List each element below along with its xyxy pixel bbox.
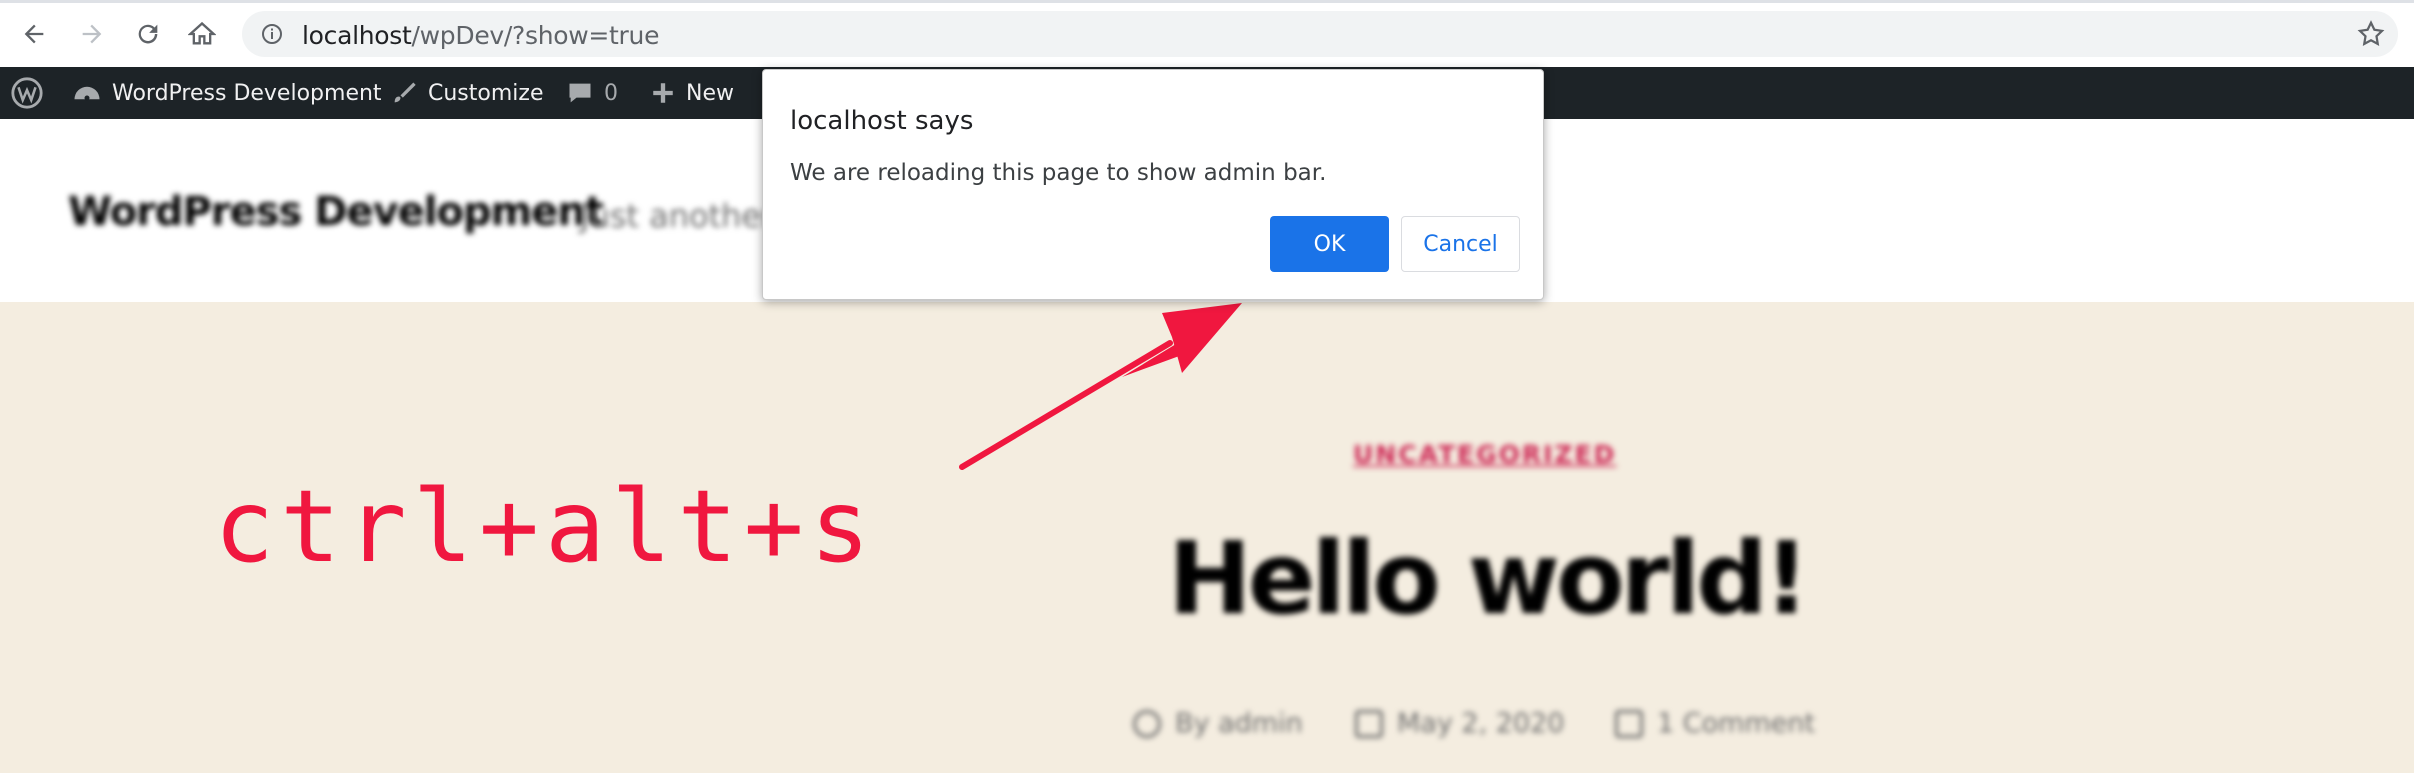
meta-comments-text: 1 Comment [1657, 708, 1816, 739]
dialog-message: We are reloading this page to show admin… [790, 160, 1327, 186]
dialog-title: localhost says [790, 106, 974, 136]
address-bar[interactable]: localhost/wpDev/?show=true [242, 11, 2398, 57]
back-icon [24, 24, 44, 44]
wp-logo-menu[interactable] [10, 67, 54, 119]
site-description: Just another [580, 197, 775, 235]
comments-count: 0 [604, 80, 618, 106]
tab-strip-edge [0, 0, 2414, 3]
comment-icon [1615, 709, 1643, 738]
comments-link[interactable]: 0 [566, 67, 618, 119]
ok-button[interactable]: OK [1270, 216, 1389, 272]
site-name-menu[interactable]: WordPress Development [72, 67, 382, 119]
annotation-arrow-icon [959, 303, 1242, 470]
reload-icon [138, 24, 158, 44]
cancel-button[interactable]: Cancel [1401, 216, 1520, 272]
post-meta-comments[interactable]: 1 Comment [1615, 708, 1815, 739]
url-text[interactable]: localhost/wpDev/?show=true [302, 21, 659, 50]
reload-button[interactable] [128, 14, 168, 54]
site-title[interactable]: WordPress Development [68, 189, 604, 235]
plus-icon [653, 83, 673, 103]
dashboard-icon [74, 86, 100, 101]
browser-toolbar: localhost/wpDev/?show=true [0, 0, 2414, 68]
bookmark-star-icon[interactable] [2356, 19, 2386, 49]
home-icon [188, 21, 216, 45]
paintbrush-icon [394, 82, 416, 103]
forward-icon [82, 24, 102, 44]
home-button[interactable] [182, 14, 222, 54]
calendar-icon [1355, 709, 1383, 738]
alert-dialog: localhost says We are reloading this pag… [762, 69, 1544, 300]
url-host: localhost [302, 21, 412, 50]
post-meta-author[interactable]: By admin [1133, 708, 1303, 739]
user-icon [1133, 709, 1161, 738]
meta-author-text: By admin [1175, 708, 1303, 739]
back-button[interactable] [14, 14, 54, 54]
forward-button[interactable] [72, 14, 112, 54]
post-title[interactable]: Hello world! [1168, 520, 1809, 637]
new-content-menu[interactable]: New [650, 67, 734, 119]
info-icon[interactable] [260, 22, 284, 46]
post-category-link[interactable]: UNCATEGORIZED [1353, 440, 1616, 469]
customize-label: Customize [428, 80, 544, 106]
new-label: New [686, 80, 734, 106]
customize-link[interactable]: Customize [390, 67, 543, 119]
meta-date-text: May 2, 2020 [1397, 708, 1565, 739]
url-path: /wpDev/?show=true [411, 21, 660, 50]
comment-bubble-icon [569, 83, 591, 103]
shortcut-annotation: ctrl+alt+s [214, 468, 877, 585]
site-name-label: WordPress Development [112, 80, 382, 106]
post-meta-date[interactable]: May 2, 2020 [1355, 708, 1564, 739]
wordpress-logo-icon [11, 77, 43, 109]
